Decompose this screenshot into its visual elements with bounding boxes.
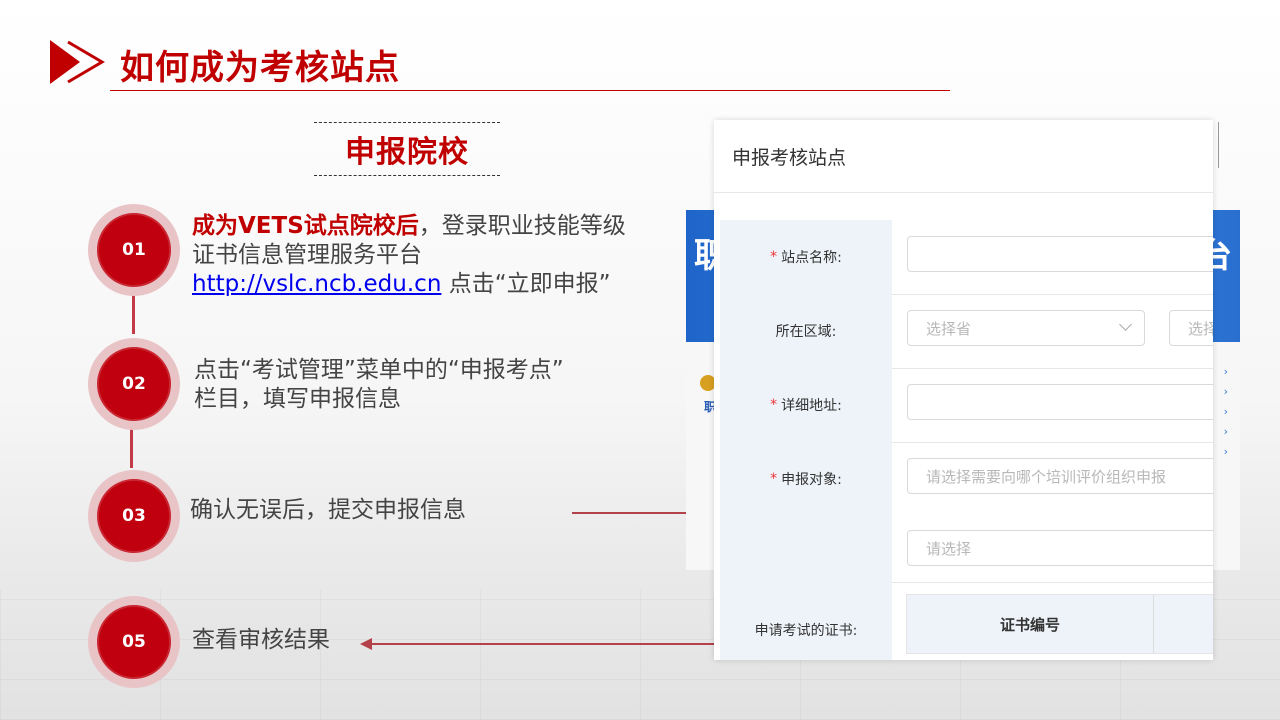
arrow-left-icon [360, 638, 372, 650]
step-text-02: 点击“考试管理”菜单中的“申报考点” 栏目，填写申报信息 [194, 356, 664, 414]
step-text-01: 成为VETS试点院校后，登录职业技能等级 证书信息管理服务平台 http://v… [192, 212, 662, 299]
required-mark: * [770, 471, 778, 487]
step-text-03: 确认无误后，提交申报信息 [190, 496, 590, 525]
step-circle-02: 02 [88, 338, 180, 430]
step-text-05: 查看审核结果 [192, 626, 492, 655]
section-title: 申报院校 [345, 135, 469, 170]
field-label: * 申报对象: [720, 442, 892, 516]
step-circle-03: 03 [88, 470, 180, 562]
step-text: 查看审核结果 [192, 627, 330, 653]
form-row-address: * 详细地址: [720, 368, 1213, 443]
section-heading: 申报院校 [314, 122, 500, 176]
address-input[interactable] [907, 384, 1213, 420]
form-row-region: 所在区域: 选择省 选择 [720, 294, 1213, 369]
apply-site-form: 申报考核站点 * 站点名称: 所在区域: 选择省 选择 * 详细地址: * 申报对象:… [714, 120, 1213, 660]
step-number: 05 [97, 605, 171, 679]
step-highlight: 成为VETS试点院校后 [192, 213, 419, 239]
timeline-connector [130, 428, 133, 468]
form-row-target: * 申报对象: 请选择需要向哪个培训评价组织申报 请选择 [720, 442, 1213, 583]
step-text: 点击“立即申报” [441, 271, 611, 297]
required-mark: * [770, 249, 778, 265]
step-text: 栏目，填写申报信息 [194, 386, 401, 412]
step-text: 点击“考试管理”菜单中的“申报考点” [194, 357, 564, 383]
field-label: 申请考试的证书: [720, 582, 892, 660]
field-label: * 详细地址: [720, 368, 892, 442]
chevron-down-icon [1119, 318, 1132, 331]
column-header: 证书编号 [907, 595, 1154, 653]
step-text: ，登录职业技能等级 [418, 213, 626, 239]
chevron-right-icon: › [1223, 385, 1228, 398]
timeline-connector [132, 294, 135, 334]
platform-link[interactable]: http://vslc.ncb.edu.cn [192, 271, 441, 297]
field-label: 所在区域: [720, 294, 892, 368]
step-text: 证书信息管理服务平台 [192, 242, 422, 268]
step-text: 确认无误后，提交申报信息 [190, 497, 466, 523]
title-underline [110, 90, 950, 91]
step-number: 03 [97, 479, 171, 553]
step-number: 02 [97, 347, 171, 421]
chevron-right-icon: › [1223, 445, 1228, 458]
title-arrow-icon [50, 40, 105, 84]
chevron-right-icon: › [1223, 425, 1228, 438]
target-org-select[interactable]: 请选择需要向哪个培训评价组织申报 [907, 458, 1213, 494]
connector-line [572, 512, 688, 514]
step-circle-05: 05 [88, 596, 180, 688]
province-select[interactable]: 选择省 [907, 310, 1145, 346]
city-select[interactable]: 选择 [1169, 310, 1213, 346]
certificate-table-header: 证书编号 [906, 594, 1213, 654]
label-column-fill [720, 516, 892, 582]
form-row-site-name: * 站点名称: [720, 220, 1213, 295]
connector-line [370, 643, 714, 645]
field-label: * 站点名称: [720, 220, 892, 294]
form-title: 申报考核站点 [714, 120, 1213, 193]
required-mark: * [770, 397, 778, 413]
chevron-right-icon: › [1223, 365, 1228, 378]
chevron-right-icon: › [1223, 405, 1228, 418]
site-name-input[interactable] [907, 236, 1213, 272]
step-number: 01 [97, 213, 171, 287]
step-circle-01: 01 [88, 204, 180, 296]
target-sub-select[interactable]: 请选择 [907, 530, 1213, 566]
page-title: 如何成为考核站点 [120, 48, 400, 88]
